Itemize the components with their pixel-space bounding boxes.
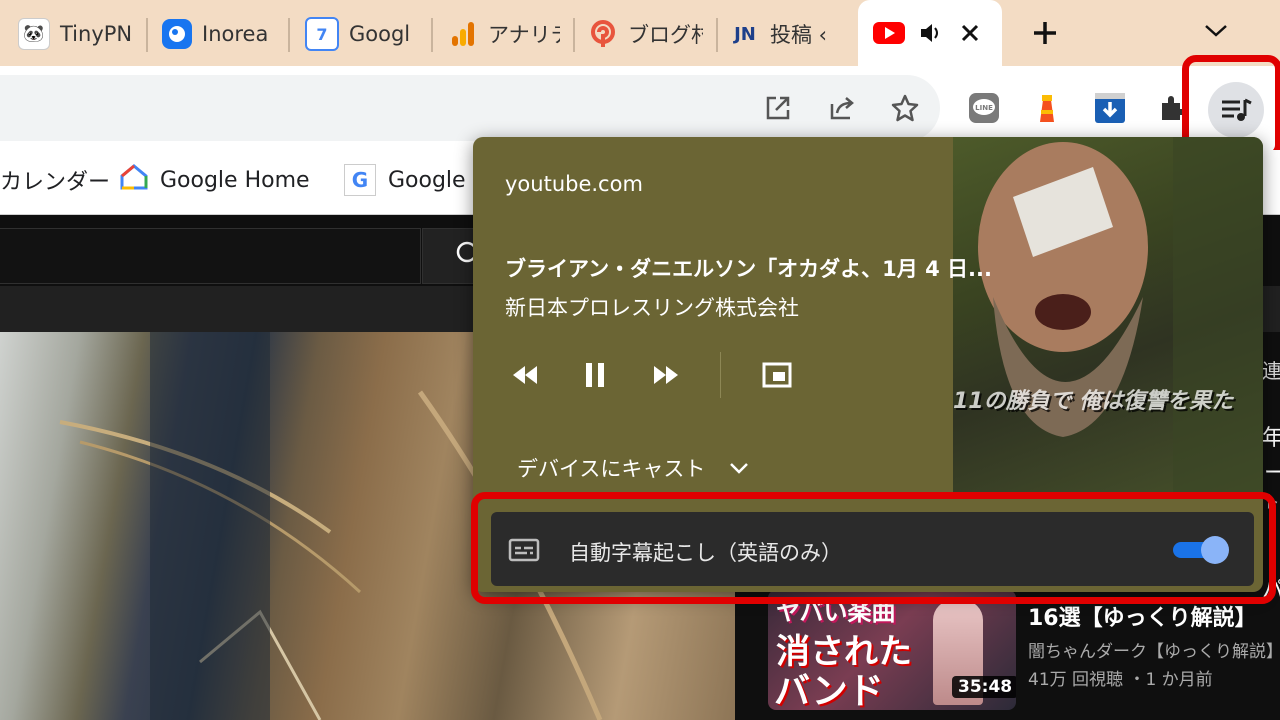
chevron-down-icon xyxy=(730,463,749,474)
tab-google-calendar[interactable]: 7 Googl xyxy=(305,10,420,58)
media-title: ブライアン・ダニエルソン「オカダよ、1月 4 日... xyxy=(505,257,992,281)
recommendation-channel[interactable]: 闇ちゃんダーク【ゆっくり解説】 xyxy=(1028,637,1280,662)
analytics-icon xyxy=(448,19,478,49)
fast-forward-icon xyxy=(654,366,678,384)
picture-in-picture-icon xyxy=(762,362,792,388)
blogmura-icon xyxy=(588,19,618,49)
jn-icon: JN xyxy=(734,23,756,45)
picture-in-picture-button[interactable] xyxy=(757,355,797,395)
artwork-caption: 11の勝負で 俺は復讐を果た xyxy=(953,389,1234,414)
closed-caption-icon xyxy=(508,538,540,566)
media-channel: 新日本プロレスリング株式会社 xyxy=(505,296,799,320)
queue-music-icon xyxy=(1222,98,1252,121)
tab-label: Inorea xyxy=(202,22,269,46)
chevron-down-icon[interactable] xyxy=(1203,18,1229,46)
next-track-button[interactable] xyxy=(646,355,686,395)
media-site: youtube.com xyxy=(505,172,643,196)
bookmark-calendar[interactable]: カレンダー xyxy=(0,162,110,198)
media-artwork: 11の勝負で 俺は復讐を果た xyxy=(953,137,1263,492)
recommendation-title[interactable]: 16選【ゆっくり解説】 xyxy=(1028,600,1257,632)
tab-label: ブログ村 xyxy=(628,23,703,47)
open-in-app-icon[interactable] xyxy=(758,88,798,128)
pause-button[interactable] xyxy=(575,355,615,395)
tab-blogmura[interactable]: ブログ村 xyxy=(588,10,703,58)
media-control-button[interactable] xyxy=(1208,82,1264,138)
previous-track-button[interactable] xyxy=(505,355,545,395)
youtube-icon xyxy=(873,22,905,44)
bookmark-star-icon[interactable] xyxy=(885,88,925,128)
tab-divider xyxy=(146,18,148,52)
bookmark-label: Google Home xyxy=(160,167,310,193)
duration-badge: 35:48 xyxy=(952,676,1016,698)
cast-device-selector[interactable]: デバイスにキャスト xyxy=(505,446,749,490)
google-home-icon xyxy=(120,164,148,196)
clipped-text: 年 xyxy=(1262,426,1280,451)
recommendation-meta: 41万 回視聴 ・1 か月前 xyxy=(1028,670,1213,690)
tab-divider xyxy=(573,18,575,52)
tab-divider xyxy=(288,18,290,52)
bookmark-google-home[interactable]: Google Home xyxy=(120,162,310,198)
rewind-icon xyxy=(513,366,537,384)
cast-label: デバイスにキャスト xyxy=(517,457,706,481)
clipped-text: 連 xyxy=(1262,359,1280,383)
download-extension-icon[interactable] xyxy=(1090,88,1130,128)
share-icon[interactable] xyxy=(822,88,862,128)
line-extension-icon[interactable]: LINE xyxy=(964,88,1004,128)
tab-label: 投稿 ‹ xyxy=(770,23,828,47)
tab-divider xyxy=(431,18,433,52)
inoreader-icon xyxy=(162,19,192,49)
new-tab-icon[interactable] xyxy=(1030,18,1060,52)
toggle-knob xyxy=(1201,536,1229,564)
tab-analytics[interactable]: アナリテ xyxy=(448,10,560,58)
bookmark-label: カレンダー xyxy=(0,170,111,195)
close-tab-icon[interactable] xyxy=(958,20,982,50)
live-caption-toggle[interactable] xyxy=(1171,536,1231,564)
controls-divider xyxy=(720,352,721,398)
bookmark-google[interactable]: G Google xyxy=(344,162,466,198)
live-caption-label: 自動字幕起こし（英語のみ） xyxy=(569,541,842,565)
address-bar[interactable] xyxy=(0,75,940,141)
tab-divider xyxy=(716,18,718,52)
bookmark-label: Google xyxy=(388,167,466,193)
tab-label: アナリテ xyxy=(488,23,560,47)
thumbnail-text: バンド xyxy=(774,671,884,710)
pause-icon xyxy=(586,363,604,387)
artwork-face xyxy=(978,137,1263,492)
speaker-icon[interactable] xyxy=(919,20,943,50)
google-icon: G xyxy=(344,164,376,196)
tab-inoreader[interactable]: Inorea xyxy=(162,10,278,58)
tab-tinypng[interactable]: 🐼 TinyPN xyxy=(18,10,134,58)
tab-label: Googl xyxy=(349,22,411,46)
clipped-text: ー xyxy=(1264,461,1280,486)
tab-posts[interactable]: JN 投稿 ‹ xyxy=(730,10,846,58)
panda-icon: 🐼 xyxy=(18,18,50,50)
recommendation-thumbnail[interactable]: ヤバい楽曲 消された バンド 35:48 xyxy=(768,590,1016,710)
youtube-search-input[interactable] xyxy=(0,228,421,284)
lighthouse-icon[interactable] xyxy=(1027,88,1067,128)
tab-label: TinyPN xyxy=(60,22,133,46)
google-calendar-icon: 7 xyxy=(305,17,339,51)
svg-text:LINE: LINE xyxy=(975,104,993,112)
